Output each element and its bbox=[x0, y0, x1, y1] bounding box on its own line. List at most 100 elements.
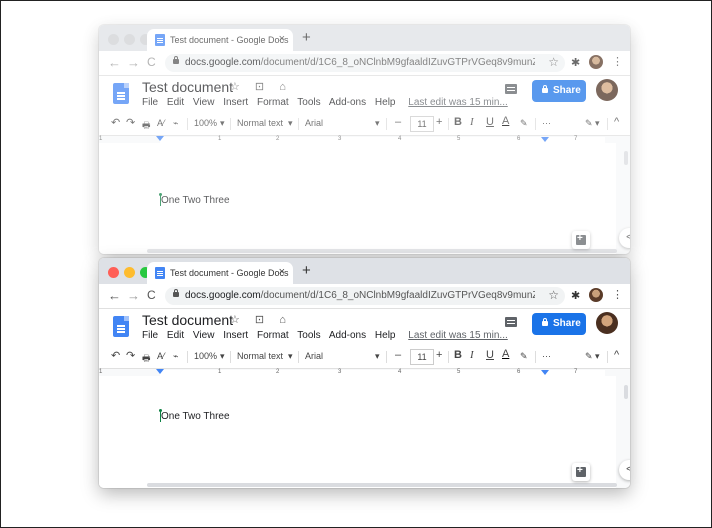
highlight-icon[interactable]: ✎ bbox=[520, 118, 528, 129]
menu-edit[interactable]: Edit bbox=[167, 330, 184, 341]
editing-mode-select[interactable]: ✎ ▾ bbox=[585, 351, 600, 362]
menu-view[interactable]: View bbox=[193, 97, 215, 108]
menu-help[interactable]: Help bbox=[375, 97, 396, 108]
zoom-chevron-icon[interactable]: ▾ bbox=[220, 351, 225, 362]
font-select[interactable]: Arial bbox=[305, 351, 323, 361]
undo-icon[interactable]: ↶ bbox=[111, 349, 120, 362]
account-avatar[interactable] bbox=[596, 312, 618, 334]
comment-history-icon[interactable] bbox=[505, 317, 517, 327]
browser-window-active[interactable]: Test document - Google Docs × + ← → C do… bbox=[99, 258, 630, 488]
more-options-icon[interactable]: ··· bbox=[542, 351, 551, 361]
zoom-select[interactable]: 100% bbox=[194, 118, 217, 128]
document-canvas[interactable]: One Two Three < bbox=[99, 143, 630, 254]
text-color-button[interactable]: A bbox=[502, 348, 509, 360]
profile-avatar[interactable] bbox=[589, 288, 603, 302]
italic-button[interactable]: I bbox=[470, 349, 474, 361]
title-actions[interactable]: ☆ ⊡ ⌂ bbox=[230, 313, 292, 326]
left-indent-marker[interactable] bbox=[156, 136, 164, 141]
menu-tools[interactable]: Tools bbox=[297, 97, 320, 108]
address-bar[interactable]: docs.google.com/document/d/1C6_8_oNClnbM… bbox=[165, 287, 565, 305]
back-icon[interactable]: ← bbox=[108, 55, 121, 70]
decrease-font-button[interactable]: – bbox=[395, 116, 401, 128]
menu-edit[interactable]: Edit bbox=[167, 97, 184, 108]
reload-icon[interactable]: C bbox=[147, 288, 156, 302]
bold-button[interactable]: B bbox=[454, 116, 462, 128]
share-button[interactable]: Share bbox=[532, 80, 586, 102]
last-edit-link[interactable]: Last edit was 15 min... bbox=[408, 330, 508, 341]
forward-icon[interactable]: → bbox=[127, 55, 140, 70]
vertical-scrollbar[interactable] bbox=[624, 385, 628, 399]
redo-icon[interactable]: ↷ bbox=[126, 349, 135, 362]
style-chevron-icon[interactable]: ▾ bbox=[288, 351, 293, 362]
undo-icon[interactable]: ↶ bbox=[111, 116, 120, 129]
left-indent-marker[interactable] bbox=[156, 369, 164, 374]
reload-icon[interactable]: C bbox=[147, 55, 156, 69]
profile-avatar[interactable] bbox=[589, 55, 603, 69]
document-title[interactable]: Test document bbox=[142, 79, 233, 95]
collapse-menus-icon[interactable]: ^ bbox=[614, 349, 619, 361]
add-comment-button[interactable] bbox=[572, 231, 590, 249]
account-avatar[interactable] bbox=[596, 79, 618, 101]
increase-font-button[interactable]: + bbox=[436, 116, 442, 128]
highlight-icon[interactable]: ✎ bbox=[520, 351, 528, 362]
font-select[interactable]: Arial bbox=[305, 118, 323, 128]
browser-window-inactive[interactable]: Test document - Google Docs × + ← → C do… bbox=[99, 25, 630, 254]
menu-file[interactable]: File bbox=[142, 97, 158, 108]
bookmark-star-icon[interactable]: ☆ bbox=[548, 288, 559, 302]
side-panel-toggle[interactable]: < bbox=[619, 460, 630, 480]
font-size-input[interactable]: 11 bbox=[410, 349, 434, 365]
document-page[interactable]: One Two Three bbox=[99, 143, 616, 254]
print-icon[interactable]: 🖶 bbox=[142, 118, 151, 134]
new-tab-button[interactable]: + bbox=[302, 262, 311, 279]
zoom-select[interactable]: 100% bbox=[194, 351, 217, 361]
back-icon[interactable]: ← bbox=[108, 288, 121, 303]
menu-addons[interactable]: Add-ons bbox=[329, 97, 366, 108]
docs-logo-icon[interactable] bbox=[113, 83, 129, 104]
text-color-button[interactable]: A bbox=[502, 115, 509, 127]
forward-icon[interactable]: → bbox=[127, 288, 140, 303]
browser-menu-icon[interactable]: ⋮ bbox=[612, 288, 623, 301]
docs-logo-icon[interactable] bbox=[113, 316, 129, 337]
share-button[interactable]: Share bbox=[532, 313, 586, 335]
right-indent-marker[interactable] bbox=[541, 370, 549, 375]
close-window-button[interactable] bbox=[108, 267, 119, 278]
bold-button[interactable]: B bbox=[454, 349, 462, 361]
decrease-font-button[interactable]: – bbox=[395, 349, 401, 361]
menu-addons[interactable]: Add-ons bbox=[329, 330, 366, 341]
menu-help[interactable]: Help bbox=[375, 330, 396, 341]
puzzle-icon[interactable]: ✱ bbox=[571, 56, 580, 69]
tab-close-icon[interactable]: × bbox=[279, 266, 285, 278]
redo-icon[interactable]: ↷ bbox=[126, 116, 135, 129]
minimize-window-button[interactable] bbox=[124, 34, 135, 45]
editing-mode-select[interactable]: ✎ ▾ bbox=[585, 118, 600, 129]
menu-tools[interactable]: Tools bbox=[297, 330, 320, 341]
underline-button[interactable]: U bbox=[486, 349, 494, 361]
menu-insert[interactable]: Insert bbox=[223, 330, 248, 341]
more-options-icon[interactable]: ··· bbox=[542, 118, 551, 128]
last-edit-link[interactable]: Last edit was 15 min... bbox=[408, 97, 508, 108]
close-window-button[interactable] bbox=[108, 34, 119, 45]
paint-format-icon[interactable]: ⌁ bbox=[173, 351, 178, 362]
tab-close-icon[interactable]: × bbox=[279, 33, 285, 45]
collapse-menus-icon[interactable]: ^ bbox=[614, 116, 619, 128]
style-select[interactable]: Normal text bbox=[237, 351, 283, 361]
increase-font-button[interactable]: + bbox=[436, 349, 442, 361]
comment-history-icon[interactable] bbox=[505, 84, 517, 94]
document-body-text[interactable]: One Two Three bbox=[161, 195, 230, 206]
puzzle-icon[interactable]: ✱ bbox=[571, 289, 580, 302]
style-select[interactable]: Normal text bbox=[237, 118, 283, 128]
title-actions[interactable]: ☆ ⊡ ⌂ bbox=[230, 80, 292, 93]
address-bar[interactable]: docs.google.com/document/d/1C6_8_oNClnbM… bbox=[165, 54, 565, 72]
menu-file[interactable]: File bbox=[142, 330, 158, 341]
paint-format-icon[interactable]: ⌁ bbox=[173, 118, 178, 129]
document-title[interactable]: Test document bbox=[142, 312, 233, 328]
style-chevron-icon[interactable]: ▾ bbox=[288, 118, 293, 129]
add-comment-button[interactable] bbox=[572, 463, 590, 481]
new-tab-button[interactable]: + bbox=[302, 29, 311, 46]
menu-insert[interactable]: Insert bbox=[223, 97, 248, 108]
spellcheck-icon[interactable]: A⁄ bbox=[157, 118, 165, 128]
tab-test-document[interactable]: Test document - Google Docs × bbox=[147, 262, 293, 284]
right-indent-marker[interactable] bbox=[541, 137, 549, 142]
font-chevron-icon[interactable]: ▾ bbox=[375, 351, 380, 362]
vertical-scrollbar[interactable] bbox=[624, 151, 628, 165]
